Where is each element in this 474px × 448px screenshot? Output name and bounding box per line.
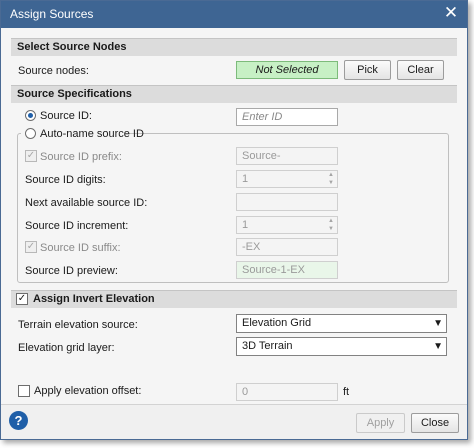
digits-value: 1 <box>242 173 249 185</box>
prefix-checkbox[interactable]: ✓ <box>25 150 37 162</box>
assign-invert-elevation-header: Assign Invert Elevation <box>11 290 457 308</box>
terrain-source-select[interactable]: Elevation Grid ▼ <box>236 314 447 333</box>
source-specifications-header: Source Specifications <box>11 85 457 103</box>
question-mark-icon[interactable]: ? <box>9 411 28 430</box>
increment-stepper[interactable]: 1 ▲ ▼ <box>236 216 338 234</box>
source-id-input[interactable]: Enter ID <box>236 108 338 126</box>
elevation-offset-input[interactable]: 0 <box>236 383 338 401</box>
prefix-label: Source ID prefix: <box>40 151 122 163</box>
digits-label: Source ID digits: <box>25 174 106 186</box>
source-id-label: Source ID: <box>40 110 92 122</box>
dropdown-arrow-icon: ▼ <box>433 341 443 352</box>
source-nodes-label: Source nodes: <box>18 65 89 77</box>
assign-sources-dialog: Assign Sources ✕ Select Source Nodes Sou… <box>0 0 468 440</box>
grid-layer-select[interactable]: 3D Terrain ▼ <box>236 337 447 356</box>
increment-label: Source ID increment: <box>25 220 129 232</box>
elevation-offset-label: Apply elevation offset: <box>34 385 142 397</box>
preview-output: Source-1-EX <box>236 261 338 279</box>
clear-button[interactable]: Clear <box>397 60 444 80</box>
assign-invert-elevation-checkbox[interactable]: ✓ <box>16 293 28 305</box>
title-bar[interactable]: Assign Sources ✕ <box>1 1 467 28</box>
terrain-source-value: Elevation Grid <box>242 317 312 329</box>
window-title: Assign Sources <box>10 7 94 21</box>
next-available-input[interactable] <box>236 193 338 211</box>
close-button[interactable]: Close <box>411 413 459 433</box>
preview-label: Source ID preview: <box>25 265 118 277</box>
dialog-footer: ? Apply Close <box>1 404 467 439</box>
grid-layer-label: Elevation grid layer: <box>18 342 115 354</box>
next-available-label: Next available source ID: <box>25 197 148 209</box>
suffix-input[interactable]: -EX <box>236 238 338 256</box>
digits-stepper[interactable]: 1 ▲ ▼ <box>236 170 338 188</box>
suffix-label: Source ID suffix: <box>40 242 121 254</box>
prefix-input[interactable]: Source- <box>236 147 338 165</box>
spin-arrows-icon[interactable]: ▲ ▼ <box>325 217 337 233</box>
source-id-radio[interactable] <box>25 110 36 121</box>
apply-button[interactable]: Apply <box>356 413 405 433</box>
elevation-offset-unit: ft <box>343 386 350 398</box>
elevation-offset-checkbox[interactable] <box>18 385 30 397</box>
source-nodes-status: Not Selected <box>236 61 338 79</box>
dropdown-arrow-icon: ▼ <box>433 318 443 329</box>
terrain-source-label: Terrain elevation source: <box>18 319 138 331</box>
grid-layer-value: 3D Terrain <box>242 340 293 352</box>
select-source-nodes-header: Select Source Nodes <box>11 38 457 56</box>
suffix-checkbox[interactable]: ✓ <box>25 241 37 253</box>
increment-value: 1 <box>242 219 249 231</box>
spin-arrows-icon[interactable]: ▲ ▼ <box>325 171 337 187</box>
close-icon[interactable]: ✕ <box>441 3 461 23</box>
auto-name-radio[interactable] <box>25 128 36 139</box>
auto-name-label: Auto-name source ID <box>40 128 144 140</box>
pick-button[interactable]: Pick <box>344 60 391 80</box>
